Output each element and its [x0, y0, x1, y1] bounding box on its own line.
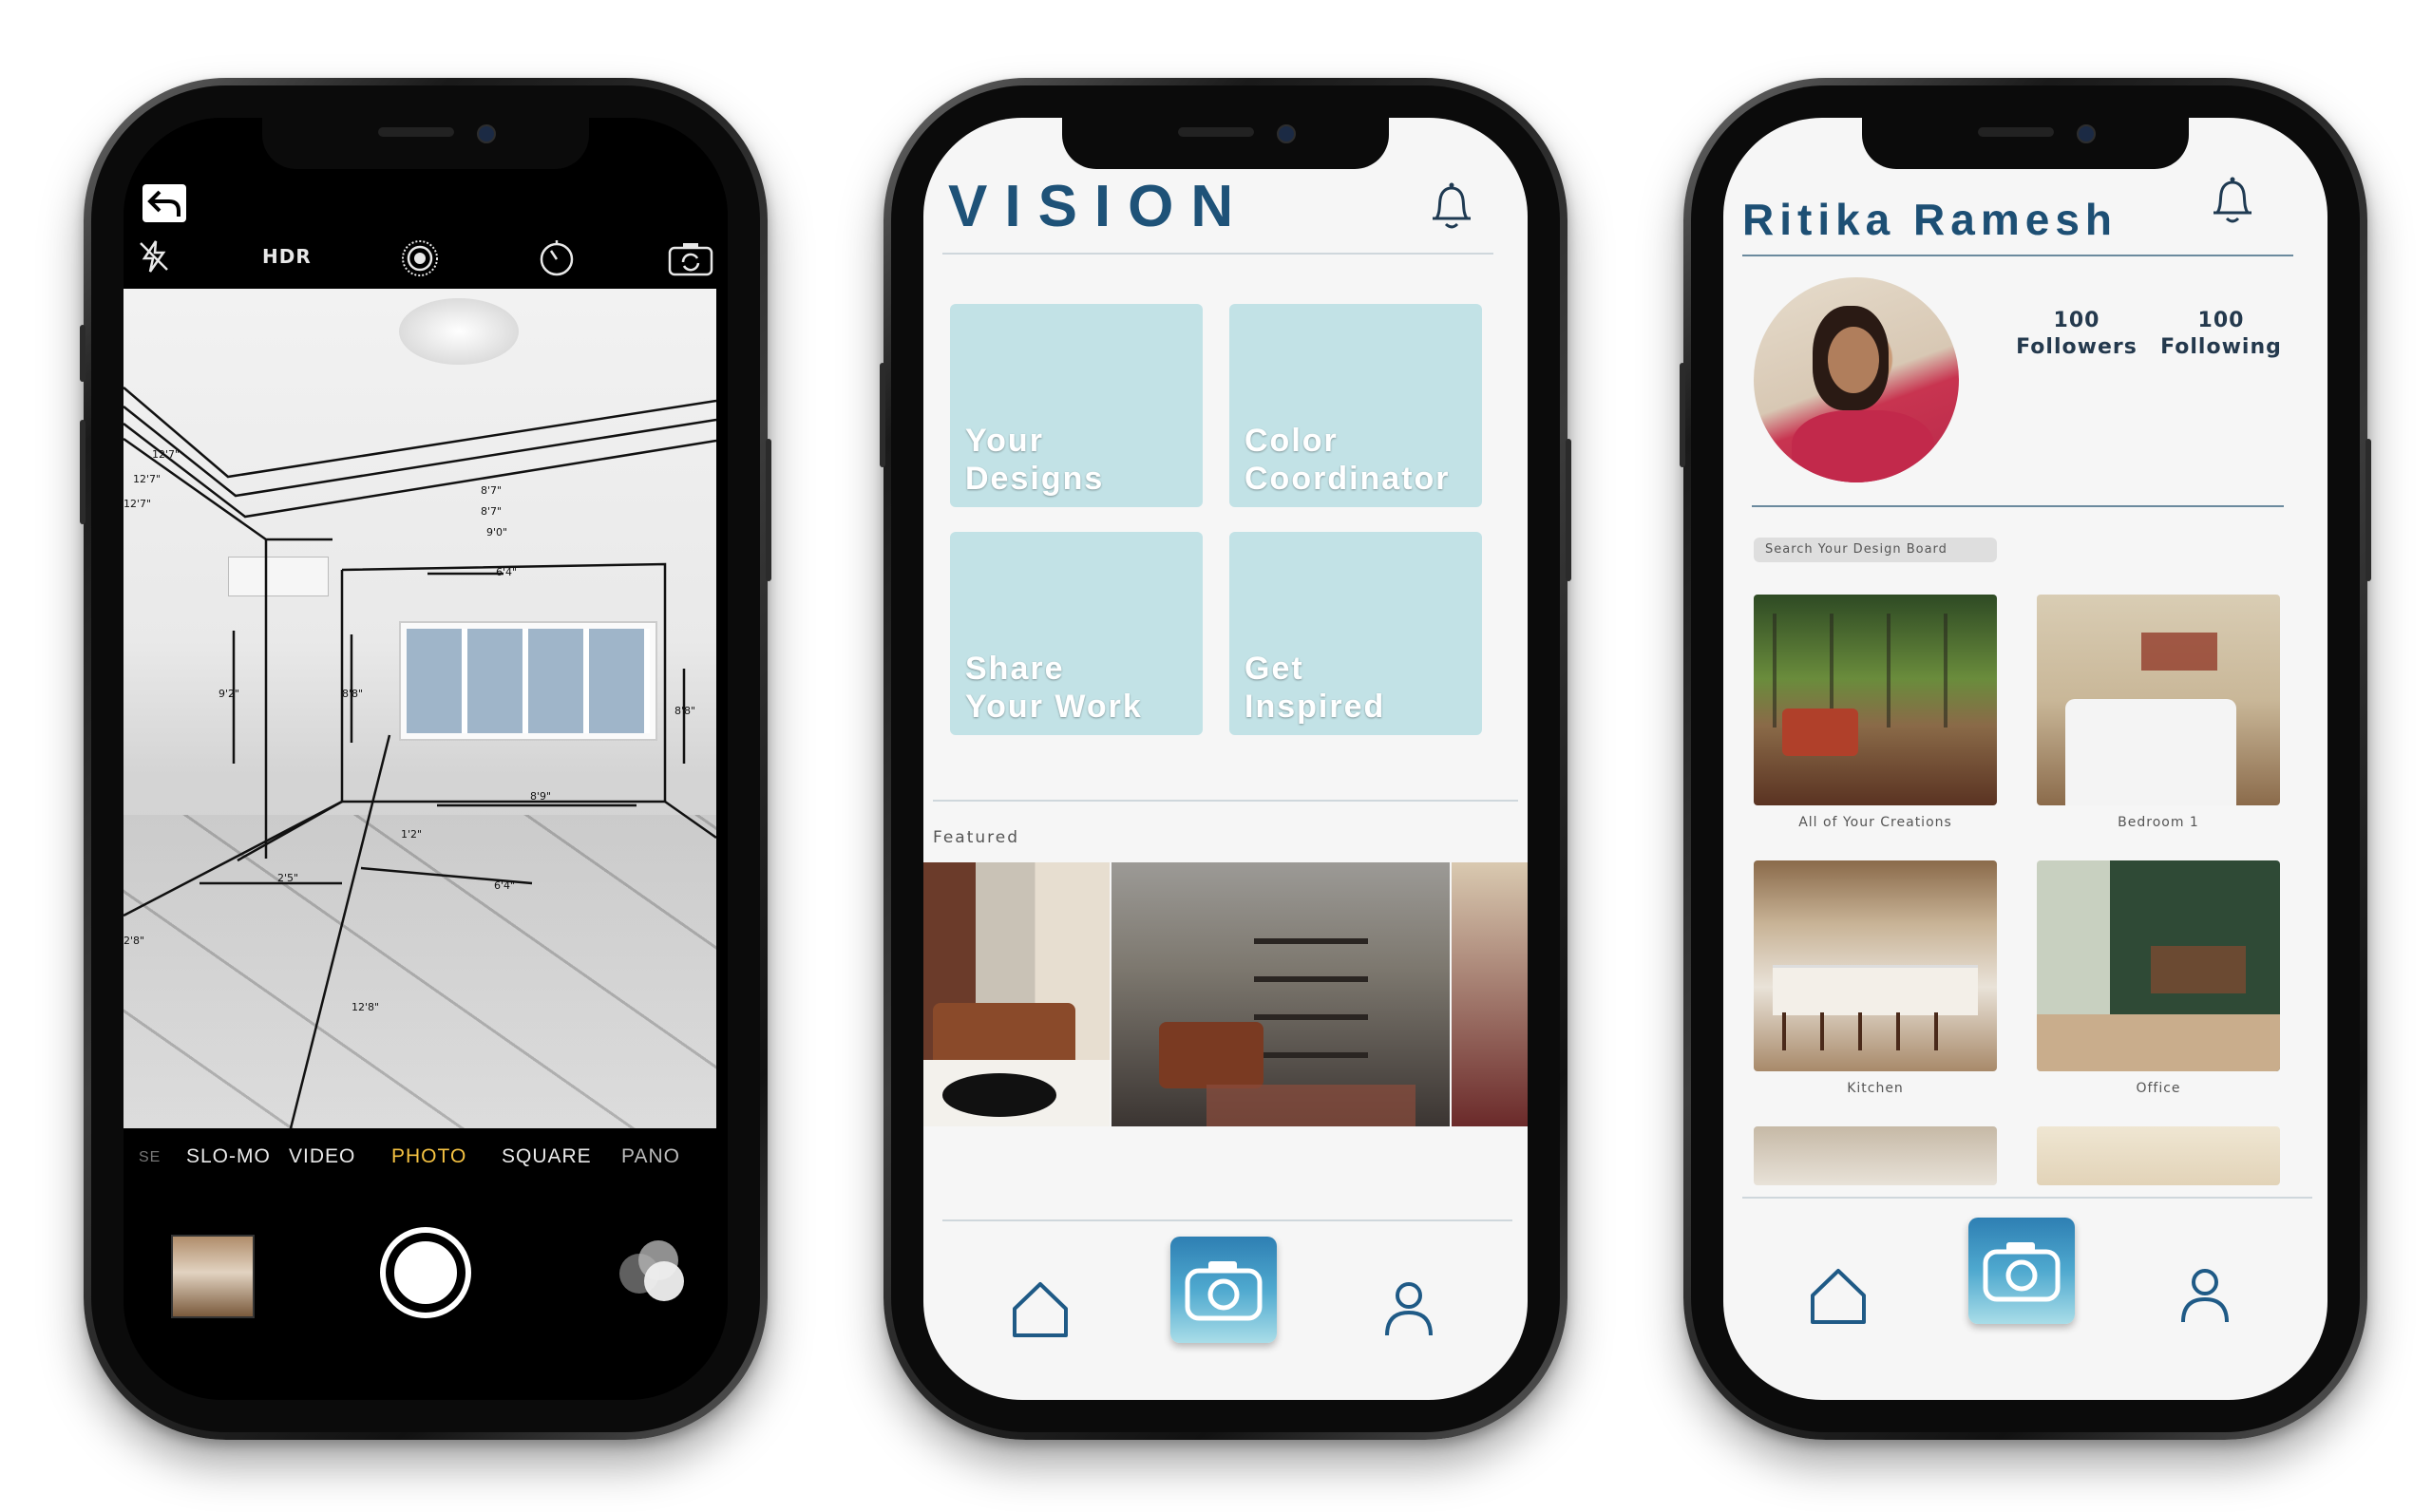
- svg-text:8'8": 8'8": [674, 705, 695, 717]
- svg-text:12'7": 12'7": [124, 498, 151, 510]
- svg-text:9'0": 9'0": [486, 526, 507, 539]
- bell-icon[interactable]: [2208, 175, 2257, 228]
- mode-slo-mo[interactable]: SLO-MO: [186, 1145, 271, 1168]
- camera-icon[interactable]: [1170, 1237, 1277, 1343]
- app-title: VISION: [948, 174, 1251, 239]
- last-photo-thumbnail[interactable]: [171, 1235, 255, 1318]
- board-bedroom-1[interactable]: [2037, 595, 2280, 805]
- profile-divider: [1752, 505, 2284, 507]
- hdr-toggle[interactable]: HDR: [262, 245, 312, 268]
- svg-text:12'7": 12'7": [152, 448, 180, 461]
- live-photo-icon[interactable]: [399, 237, 441, 283]
- tile-get-inspired[interactable]: Get Inspired: [1229, 532, 1482, 735]
- featured-image-3[interactable]: [1452, 862, 1528, 1126]
- bottom-nav-divider: [1742, 1197, 2312, 1199]
- svg-text:2'8": 2'8": [124, 935, 144, 947]
- board-all-creations[interactable]: [1754, 595, 1997, 805]
- svg-text:8'7": 8'7": [481, 505, 502, 518]
- bottom-nav-divider: [942, 1219, 1512, 1221]
- board-caption: Kitchen: [1847, 1081, 1904, 1096]
- svg-text:9'2": 9'2": [218, 688, 239, 700]
- tile-label: Your Designs: [965, 423, 1105, 497]
- following-label[interactable]: Following: [2145, 334, 2297, 361]
- featured-image-1[interactable]: [923, 862, 1110, 1126]
- notch: [1062, 118, 1389, 169]
- board-office[interactable]: [2037, 860, 2280, 1071]
- svg-text:8'9": 8'9": [530, 790, 551, 803]
- header-divider: [1742, 255, 2293, 256]
- svg-text:12'7": 12'7": [133, 473, 161, 485]
- featured-divider: [933, 800, 1518, 802]
- avatar[interactable]: [1754, 277, 1959, 482]
- header-divider: [942, 253, 1493, 255]
- flash-off-icon[interactable]: [135, 237, 173, 279]
- camera-viewfinder[interactable]: 12'7" 12'7" 12'7" 8'7" 8'7" 9'0" 6'4" 9'…: [124, 289, 716, 1128]
- board-caption: Bedroom 1: [2118, 815, 2199, 830]
- tile-your-designs[interactable]: Your Designs: [950, 304, 1203, 507]
- svg-text:6'4": 6'4": [494, 879, 515, 892]
- flip-camera-icon[interactable]: [667, 239, 714, 281]
- board-more-1[interactable]: [1754, 1126, 1997, 1185]
- following-count: 100: [2197, 309, 2245, 332]
- svg-text:8'7": 8'7": [481, 484, 502, 497]
- home-icon[interactable]: [1805, 1261, 1872, 1328]
- timer-icon[interactable]: [536, 237, 578, 283]
- mode-se[interactable]: SE: [139, 1149, 161, 1166]
- mode-square[interactable]: SQUARE: [502, 1145, 592, 1168]
- notch: [262, 118, 589, 169]
- profile-screen: Ritika Ramesh 100 Followers 100 Followin…: [1723, 118, 2328, 1400]
- svg-text:6'4": 6'4": [496, 566, 517, 578]
- profile-name: Ritika Ramesh: [1742, 195, 2118, 244]
- featured-image-2[interactable]: [1112, 862, 1450, 1126]
- followers-label[interactable]: Followers: [2001, 334, 2153, 361]
- followers-count: 100: [2053, 309, 2100, 332]
- notch: [1862, 118, 2189, 169]
- tile-label: Share Your Work: [965, 651, 1143, 725]
- back-icon[interactable]: [142, 184, 186, 222]
- filters-icon[interactable]: [618, 1238, 686, 1307]
- shutter-button[interactable]: [380, 1227, 471, 1318]
- phone-profile: Ritika Ramesh 100 Followers 100 Followin…: [1680, 78, 2371, 1440]
- featured-label: Featured: [933, 828, 1020, 847]
- home-screen: VISION Your Designs Color Coordinator Sh…: [923, 118, 1528, 1400]
- svg-text:1'2": 1'2": [401, 828, 422, 841]
- search-input[interactable]: Search Your Design Board: [1754, 538, 1997, 562]
- tile-label: Color Coordinator: [1244, 423, 1451, 497]
- svg-text:2'5": 2'5": [277, 872, 298, 884]
- board-caption: Office: [2136, 1081, 2181, 1096]
- phone-home: VISION Your Designs Color Coordinator Sh…: [880, 78, 1571, 1440]
- measurement-overlay: 12'7" 12'7" 12'7" 8'7" 8'7" 9'0" 6'4" 9'…: [124, 387, 716, 1128]
- board-more-2[interactable]: [2037, 1126, 2280, 1185]
- camera-icon[interactable]: [1968, 1218, 2075, 1324]
- bell-icon[interactable]: [1427, 180, 1476, 234]
- mode-pano[interactable]: PANO: [621, 1145, 680, 1168]
- camera-screen: HDR 12'7" 12'7" 12'7" 8'7" 8'7" 9'0" 6'4…: [124, 118, 728, 1400]
- tile-label: Get Inspired: [1244, 651, 1386, 725]
- svg-text:12'8": 12'8": [352, 1001, 379, 1013]
- mode-photo[interactable]: PHOTO: [391, 1145, 466, 1168]
- board-kitchen[interactable]: [1754, 860, 1997, 1071]
- phone-camera: HDR 12'7" 12'7" 12'7" 8'7" 8'7" 9'0" 6'4…: [80, 78, 771, 1440]
- board-caption: All of Your Creations: [1798, 815, 1952, 830]
- tile-color-coordinator[interactable]: Color Coordinator: [1229, 304, 1482, 507]
- svg-text:8'8": 8'8": [342, 688, 363, 700]
- mode-video[interactable]: VIDEO: [289, 1145, 355, 1168]
- user-icon[interactable]: [2172, 1261, 2238, 1328]
- tile-share-your-work[interactable]: Share Your Work: [950, 532, 1203, 735]
- home-icon[interactable]: [1007, 1275, 1074, 1341]
- user-icon[interactable]: [1376, 1275, 1442, 1341]
